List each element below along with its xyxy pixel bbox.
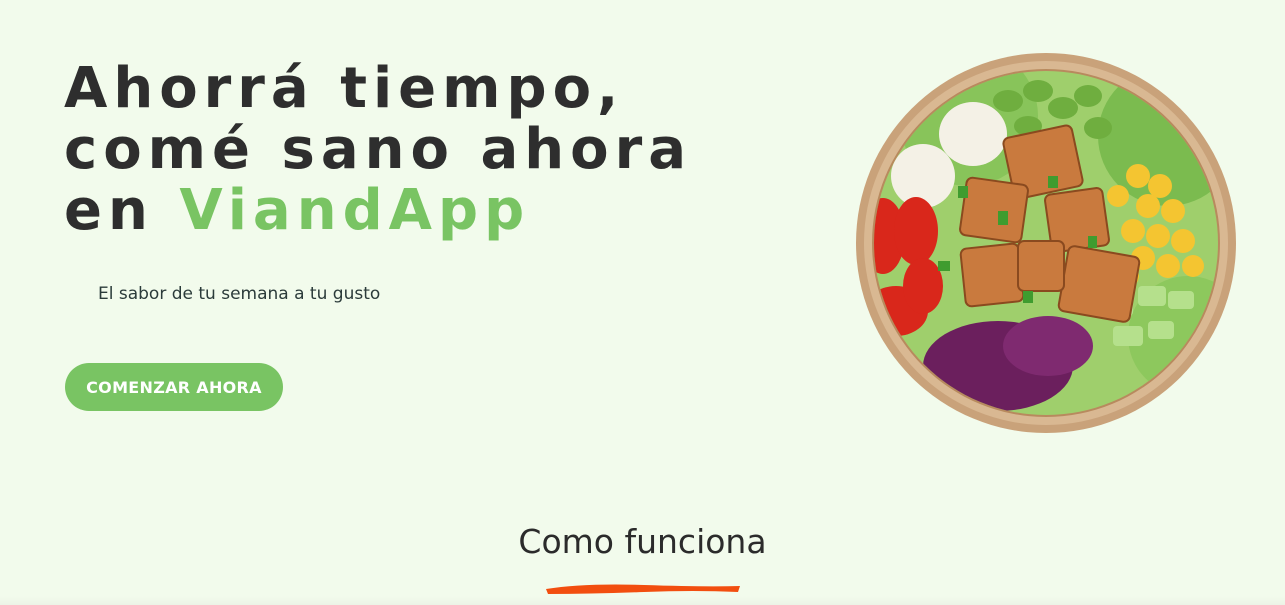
hero-title-line-3: en ViandApp bbox=[64, 180, 764, 241]
brand-name: ViandApp bbox=[179, 178, 531, 243]
hero-title-prefix: en bbox=[64, 178, 154, 243]
hero-title: Ahorrá tiempo, comé sano ahora en ViandA… bbox=[64, 58, 764, 241]
hero-title-line-2: comé sano ahora bbox=[64, 117, 692, 182]
hero-title-line-1: Ahorrá tiempo, bbox=[64, 56, 625, 121]
hero-subtitle: El sabor de tu semana a tu gusto bbox=[98, 284, 381, 304]
start-now-button[interactable]: COMENZAR AHORA bbox=[65, 363, 283, 411]
brush-underline bbox=[546, 584, 740, 594]
landing-page: Ahorrá tiempo, comé sano ahora en ViandA… bbox=[0, 0, 1285, 605]
salad-bowl-icon bbox=[856, 53, 1236, 433]
section-divider bbox=[0, 596, 1285, 605]
how-it-works-title: Como funciona bbox=[518, 522, 767, 561]
